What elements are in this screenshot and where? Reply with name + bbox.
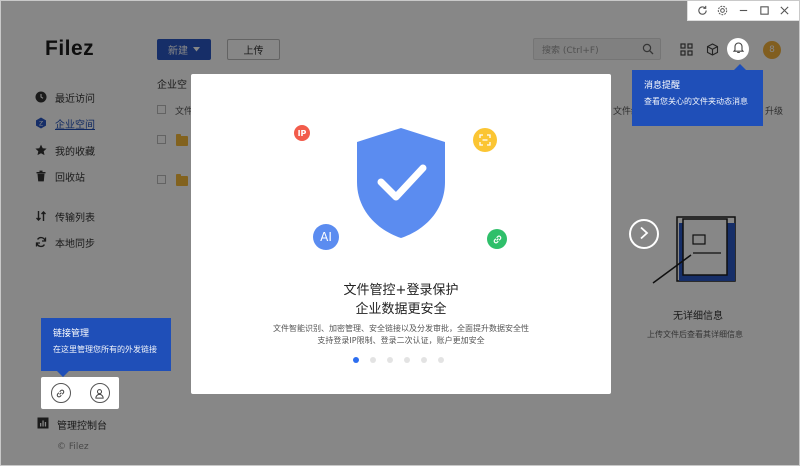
modal-title-line2: 企业数据更安全 <box>355 302 447 317</box>
ip-badge-icon: IP <box>294 125 310 141</box>
tooltip-desc: 在这里管理您所有的外发链接 <box>53 345 157 354</box>
modal-desc-line2: 支持登录IP限制、登录二次认证，账户更加安全 <box>317 336 485 345</box>
window-controls <box>687 1 799 21</box>
bell-icon <box>732 41 745 57</box>
bell-highlight[interactable] <box>727 38 749 60</box>
notification-tooltip: 消息提醒 查看您关心的文件夹动态消息 <box>632 64 763 126</box>
carousel-dots <box>353 357 444 363</box>
modal-desc-line1: 文件智能识别、加密管理、安全链接以及分发审批，全面提升数据安全性 <box>273 324 529 333</box>
maximize-icon[interactable] <box>757 4 771 18</box>
tooltip-title: 链接管理 <box>53 329 90 339</box>
carousel-dot[interactable] <box>404 357 410 363</box>
carousel-dot[interactable] <box>353 357 359 363</box>
close-icon[interactable] <box>778 4 792 18</box>
next-slide-button[interactable] <box>629 219 659 249</box>
chevron-right-icon <box>638 226 650 243</box>
link-management-tooltip: 链接管理 在这里管理您所有的外发链接 <box>41 318 171 377</box>
shield-check-icon <box>357 128 445 238</box>
sidebar-bottom-icons <box>41 377 119 409</box>
refresh-icon[interactable] <box>695 4 709 18</box>
minimize-icon[interactable] <box>736 4 750 18</box>
link-badge-icon <box>487 229 507 249</box>
tooltip-title: 消息提醒 <box>644 81 681 91</box>
carousel-dot[interactable] <box>370 357 376 363</box>
onboarding-modal: IP AI 文件管控+登录保护 企业数据更安全 文件智能识别、加密管理、安全链接… <box>191 74 611 394</box>
carousel-dot[interactable] <box>421 357 427 363</box>
ai-badge-icon: AI <box>313 224 339 250</box>
carousel-dot[interactable] <box>438 357 444 363</box>
settings-icon[interactable] <box>716 4 730 18</box>
link-icon[interactable] <box>50 383 71 403</box>
app-window: Filez 最近访问 Z 企业空间 我的收藏 回收站 传输列表 本地同步 管理控… <box>0 0 800 466</box>
scan-badge-icon <box>473 128 497 152</box>
carousel-dot[interactable] <box>387 357 393 363</box>
tooltip-desc: 查看您关心的文件夹动态消息 <box>644 97 748 106</box>
user-icon[interactable] <box>89 383 110 403</box>
modal-title-line1: 文件管控+登录保护 <box>343 283 459 298</box>
